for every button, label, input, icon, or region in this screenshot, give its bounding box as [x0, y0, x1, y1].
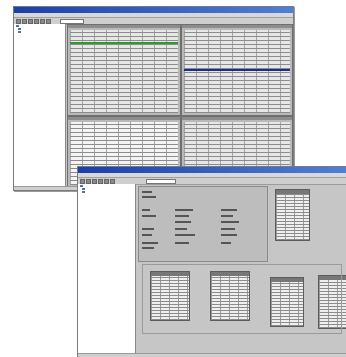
properties-frame [138, 186, 268, 262]
folder-icon [80, 184, 83, 187]
toolbar-button[interactable] [28, 18, 33, 24]
front-tree-pane[interactable] [78, 184, 136, 354]
field-value[interactable] [175, 234, 195, 236]
document-icon [82, 190, 85, 193]
panel-header [182, 117, 292, 120]
folder-icon [16, 24, 19, 27]
field-value[interactable] [175, 209, 193, 211]
toolbar-combo[interactable] [60, 18, 84, 24]
toolbar-button[interactable] [16, 18, 21, 24]
toolbar-button[interactable] [34, 18, 39, 24]
field-value[interactable] [175, 221, 191, 223]
field-value[interactable] [221, 242, 231, 244]
back-grid-panel-top-left [67, 24, 181, 116]
toolbar-button[interactable] [46, 18, 51, 24]
field-value[interactable] [221, 215, 233, 217]
document-icon [82, 187, 85, 190]
tree-item[interactable] [78, 190, 135, 193]
back-tree-pane[interactable] [14, 24, 66, 187]
selected-row-highlight [184, 69, 290, 71]
field-label [142, 228, 154, 230]
field-value[interactable] [175, 228, 187, 230]
data-grid[interactable] [184, 30, 290, 113]
document-icon [18, 30, 21, 33]
front-window [77, 166, 346, 357]
back-grid-panel-top-right [181, 24, 293, 116]
field-label [142, 209, 150, 211]
field-value[interactable] [221, 234, 237, 236]
toolbar-button[interactable] [22, 18, 27, 24]
field-value[interactable] [175, 242, 189, 244]
toolbar-button[interactable] [80, 178, 85, 184]
panel-header [182, 25, 292, 28]
field-label [142, 247, 154, 249]
preview-table[interactable] [275, 189, 310, 241]
toolbar-button[interactable] [98, 178, 103, 184]
panel-header [68, 117, 180, 120]
field-value[interactable] [175, 215, 189, 217]
toolbar-button[interactable] [40, 18, 45, 24]
panel-header [68, 25, 180, 28]
preview-frame [142, 264, 342, 334]
field-label [142, 242, 158, 244]
tree-item[interactable] [14, 30, 65, 33]
selected-row-highlight [70, 42, 178, 44]
field-label [142, 215, 156, 217]
toolbar-button[interactable] [110, 178, 115, 184]
front-status-bar [78, 353, 346, 357]
toolbar-combo[interactable] [146, 178, 176, 184]
back-window [13, 6, 294, 191]
toolbar-button[interactable] [86, 178, 91, 184]
field-value[interactable] [221, 221, 239, 223]
document-icon [18, 27, 21, 30]
preview-table-header [276, 190, 309, 194]
toolbar-button[interactable] [92, 178, 97, 184]
toolbar-button[interactable] [104, 178, 109, 184]
field-label [142, 234, 152, 236]
field-value[interactable] [221, 209, 237, 211]
field-label [142, 196, 156, 198]
field-value[interactable] [221, 228, 235, 230]
field-label [142, 191, 152, 193]
